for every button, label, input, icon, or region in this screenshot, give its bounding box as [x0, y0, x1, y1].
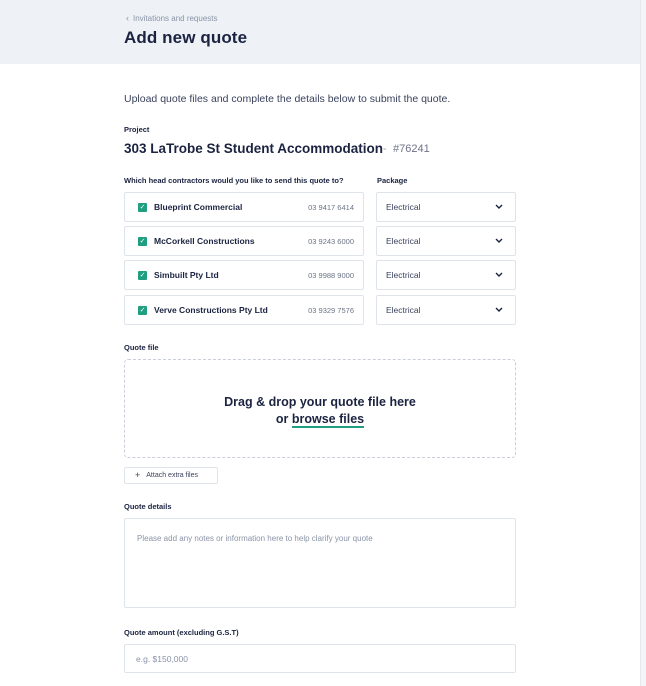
page-title: Add new quote [124, 28, 248, 47]
check-icon: ✓ [139, 306, 146, 314]
or-text: or [275, 412, 289, 426]
plus-icon: + [135, 470, 141, 480]
package-value: Electrical [386, 270, 421, 280]
project-id: #76241 [393, 143, 430, 155]
check-icon: ✓ [139, 203, 146, 211]
chevron-left-icon: ‹ [126, 13, 129, 23]
chevron-down-icon [494, 202, 504, 212]
contractor-phone: 03 9988 9000 [308, 270, 354, 280]
attach-label: Attach extra files [146, 472, 199, 479]
contractor-phone: 03 9417 6414 [308, 202, 354, 212]
package-value: Electrical [386, 305, 421, 315]
scrollbar[interactable] [640, 0, 646, 686]
intro-text: Upload quote files and complete the deta… [124, 93, 451, 105]
contractor-checkbox[interactable]: ✓ [138, 236, 147, 246]
contractor-name: Blueprint Commercial [154, 202, 243, 212]
check-icon: ✓ [139, 271, 146, 279]
contractor-name: Simbuilt Pty Ltd [154, 270, 219, 280]
chevron-down-icon [494, 305, 504, 315]
contractor-name: Verve Constructions Pty Ltd [154, 305, 268, 315]
package-select[interactable]: Electrical [376, 260, 516, 290]
contractor-row[interactable]: ✓ Simbuilt Pty Ltd 03 9988 9000 [124, 260, 364, 290]
chevron-down-icon [494, 270, 504, 280]
breadcrumb[interactable]: ‹ Invitations and requests [126, 13, 218, 23]
contractor-name: McCorkell Constructions [154, 236, 255, 246]
project-label: Project [124, 125, 150, 134]
project-name: 303 LaTrobe St Student Accommodation [124, 141, 384, 156]
quote-file-label: Quote file [124, 343, 159, 352]
breadcrumb-link[interactable]: Invitations and requests [133, 14, 218, 23]
contractor-checkbox[interactable]: ✓ [138, 202, 147, 212]
package-select[interactable]: Electrical [376, 295, 516, 325]
quote-details-textarea[interactable]: Please add any notes or information here… [124, 518, 516, 608]
page-header: ‹ Invitations and requests Add new quote [0, 0, 640, 64]
quote-amount-input[interactable]: e.g. $150,000 [124, 644, 516, 673]
package-label: Package [377, 176, 408, 185]
contractor-row[interactable]: ✓ Verve Constructions Pty Ltd 03 9329 75… [124, 295, 364, 325]
package-select[interactable]: Electrical [376, 226, 516, 256]
quote-details-label: Quote details [124, 502, 172, 511]
dropzone-browse-line: or browse files [125, 412, 515, 428]
contractor-row[interactable]: ✓ McCorkell Constructions 03 9243 6000 [124, 226, 364, 256]
contractor-phone: 03 9329 7576 [308, 305, 354, 315]
contractor-checkbox[interactable]: ✓ [138, 270, 147, 280]
dropzone-text: Drag & drop your quote file here [224, 395, 416, 409]
contractor-checkbox[interactable]: ✓ [138, 305, 147, 315]
contractor-phone: 03 9243 6000 [308, 236, 354, 246]
package-value: Electrical [386, 202, 421, 212]
package-select[interactable]: Electrical [376, 192, 516, 222]
project-separator: - [383, 143, 387, 155]
browse-files-link[interactable]: browse files [291, 412, 365, 428]
file-dropzone[interactable]: Drag & drop your quote file here or brow… [124, 359, 516, 458]
contractors-label: Which head contractors would you like to… [124, 176, 344, 185]
contractor-row[interactable]: ✓ Blueprint Commercial 03 9417 6414 [124, 192, 364, 222]
check-icon: ✓ [139, 237, 146, 245]
chevron-down-icon [494, 236, 504, 246]
attach-extra-files-button[interactable]: + Attach extra files [124, 467, 218, 484]
package-value: Electrical [386, 236, 421, 246]
quote-amount-label: Quote amount (excluding G.S.T) [124, 628, 239, 637]
